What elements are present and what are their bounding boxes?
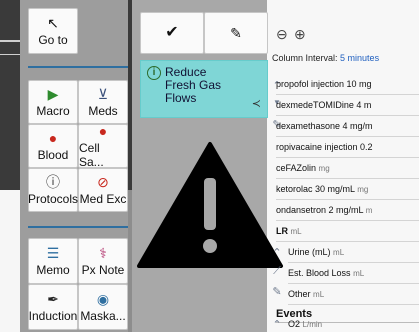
med-row[interactable]: ketorolac 30 mg/mL mg <box>276 179 419 200</box>
med-row[interactable]: propofol injection 10 mg <box>276 74 419 95</box>
memo-button[interactable]: ☰ Memo <box>28 238 78 284</box>
meds-button[interactable]: ⊻ Meds <box>78 80 128 124</box>
syringe-icon: ✒ <box>47 290 59 307</box>
arrow-up-left-icon: ↖ <box>47 14 59 31</box>
mask-button[interactable]: ◉ Maska... <box>78 284 128 330</box>
section-separator <box>28 226 128 228</box>
zoom-out-icon[interactable]: ⊖ <box>276 26 288 43</box>
column-interval[interactable]: Column Interval: 5 minutes <box>272 53 379 63</box>
med-row[interactable]: ondansetron 2 mg/mL m <box>276 200 419 221</box>
protocols-button[interactable]: ⓘ Protocols <box>28 168 78 212</box>
checkmark-icon: ✔ <box>165 24 179 41</box>
fluid-row[interactable]: Other mL <box>288 284 419 305</box>
blood-drop-icon: ● <box>98 122 108 139</box>
accept-button[interactable]: ✔ <box>140 12 204 54</box>
blood-button[interactable]: ● Blood <box>28 124 78 168</box>
info-icon: i <box>147 66 161 80</box>
collapse-chevrons-icon[interactable]: ⌃ <box>270 246 284 259</box>
list-arrow-icon: ☰ <box>46 244 60 261</box>
med-row[interactable]: dexmedeTOMIDine 4 m <box>276 95 419 116</box>
section-separator <box>28 66 128 68</box>
edit-button[interactable]: ✎ <box>204 12 268 54</box>
med-row[interactable]: ropivacaine injection 0.2 <box>276 137 419 158</box>
cell-saver-button[interactable]: ● Cell Sa... <box>78 122 128 169</box>
share-icon[interactable]: ≺ <box>252 98 261 111</box>
px-note-button[interactable]: ⚕ Px Note <box>78 238 128 284</box>
play-icon: ▶ <box>47 85 59 102</box>
med-row[interactable]: ceFAZolin mg <box>276 158 419 179</box>
med-exc-button[interactable]: ⊘ Med Exc <box>78 168 128 212</box>
blood-drop-icon: ● <box>48 129 58 146</box>
collapse-chevrons-icon[interactable]: ⌃ <box>270 318 284 331</box>
chart-icon[interactable]: ⟋ <box>270 265 284 278</box>
wrench-icon[interactable]: ✎ <box>270 285 284 298</box>
reduce-fresh-gas-alert[interactable]: i Reduce Fresh Gas Flows ≺ <box>140 60 268 118</box>
mask-icon: ◉ <box>96 290 110 307</box>
fluid-row[interactable]: Est. Blood Loss mL <box>288 263 419 284</box>
zoom-in-icon[interactable]: ⊕ <box>294 26 306 43</box>
info-icon: ⓘ <box>46 173 60 190</box>
no-syringe-icon: ⊘ <box>97 173 109 190</box>
pills-icon: ⊻ <box>97 85 109 102</box>
med-row[interactable]: LR mL <box>276 221 419 242</box>
macro-button[interactable]: ▶ Macro <box>28 80 78 124</box>
o2-row[interactable]: O2 L/min <box>288 316 419 332</box>
goto-button[interactable]: ↖ Go to <box>28 8 78 54</box>
pencil-icon: ✎ <box>230 25 242 41</box>
fluid-row[interactable]: Urine (mL) mL <box>288 242 419 263</box>
induction-button[interactable]: ✒ Induction <box>28 284 78 330</box>
stethoscope-icon: ⚕ <box>99 244 107 261</box>
med-row[interactable]: dexamethasone 4 mg/m <box>276 116 419 137</box>
warning-icon <box>137 142 283 268</box>
